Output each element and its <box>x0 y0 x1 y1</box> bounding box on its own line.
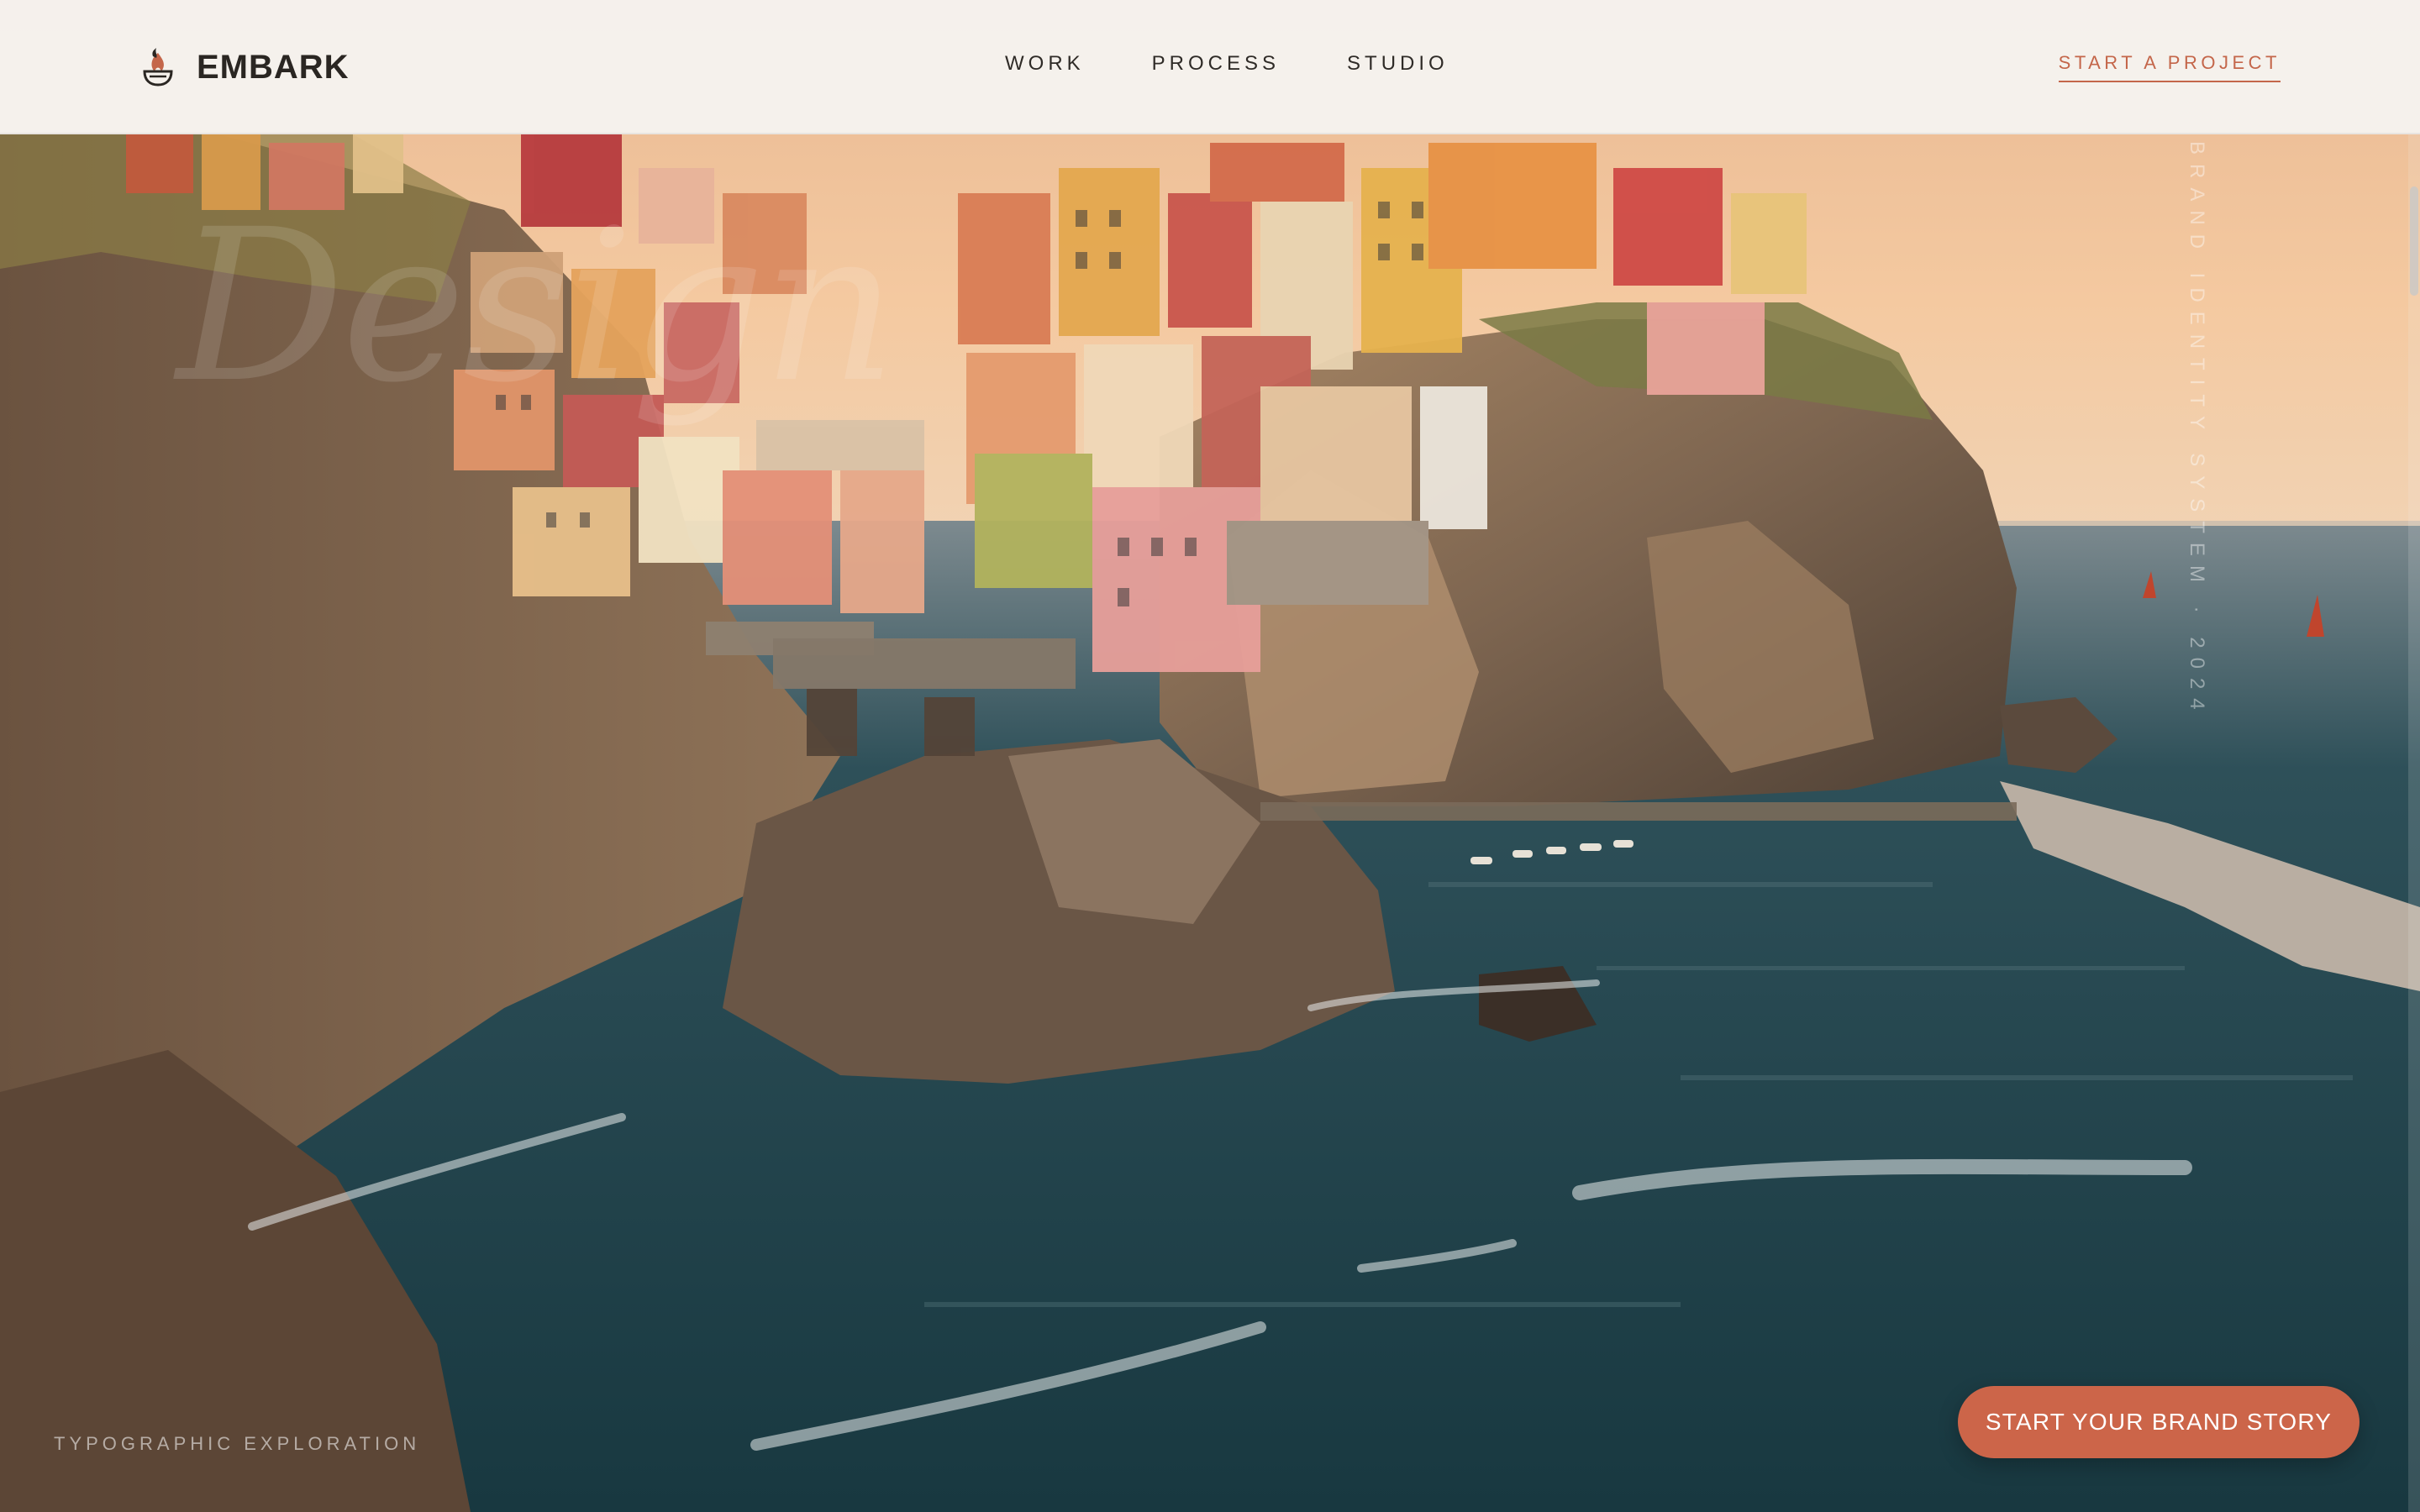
nav-link-work[interactable]: WORK <box>1005 52 1085 82</box>
brand-logo-link[interactable]: EMBARK <box>141 42 350 92</box>
nav-link-process[interactable]: PROCESS <box>1152 52 1280 82</box>
vertical-caption: BRAND IDENTITY SYSTEM · 2024 <box>2186 141 2208 719</box>
main-nav: WORK PROCESS STUDIO <box>1005 52 1449 82</box>
scrollbar-track[interactable] <box>2408 134 2420 1512</box>
start-brand-story-button[interactable]: START YOUR BRAND STORY <box>1958 1386 2360 1458</box>
nav-link-studio[interactable]: STUDIO <box>1347 52 1449 82</box>
fire-bowl-icon <box>143 48 173 87</box>
hero-ghost-word: Design <box>176 184 897 428</box>
start-project-link[interactable]: START A PROJECT <box>2058 52 2281 82</box>
bottom-caption: TYPOGRAPHIC EXPLORATION <box>54 1433 421 1454</box>
scrollbar-thumb[interactable] <box>2410 186 2418 296</box>
brand-name: EMBARK <box>197 48 350 86</box>
site-header: EMBARK WORK PROCESS STUDIO START A PROJE… <box>0 0 2420 134</box>
